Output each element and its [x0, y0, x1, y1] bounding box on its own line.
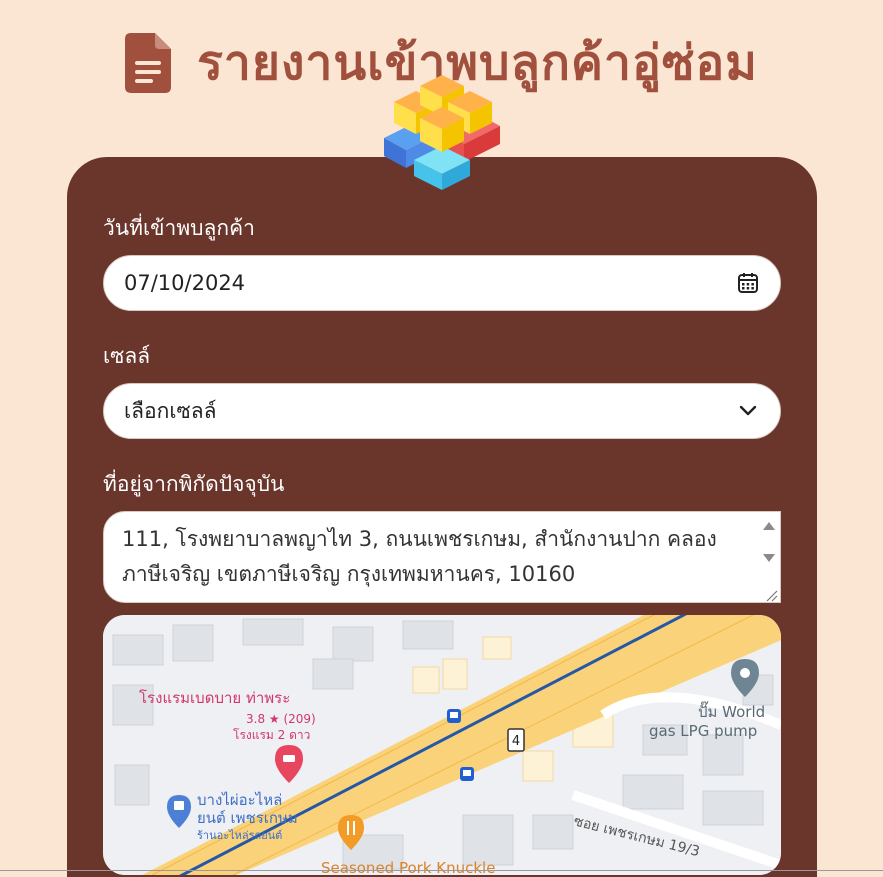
report-form-card: วันที่เข้าพบลูกค้า 07/10/2024 เซลล์ เลือ…	[67, 157, 817, 877]
shop-name-2: ยนต์ เพชรเกษม	[197, 809, 298, 827]
bus-stop-icon	[447, 709, 461, 723]
document-icon	[125, 33, 172, 93]
address-label: ที่อยู่จากพิกัดปัจจุบัน	[103, 472, 285, 496]
hotel-name: โรงแรมเบดบาย ท่าพระ	[139, 689, 290, 707]
hotel-type: โรงแรม 2 ดาว	[233, 728, 310, 742]
chevron-down-icon	[736, 399, 760, 423]
route-number: 4	[512, 734, 520, 749]
visit-date-value: 07/10/2024	[124, 271, 246, 295]
location-map[interactable]: 4 โรงแรมเบดบาย ท่าพระ 3.8 ★ (209) โรงแรม…	[103, 615, 781, 875]
restaurant-name: Seasoned Pork Knuckle	[321, 859, 495, 875]
sales-label: เซลล์	[103, 344, 151, 368]
visit-date-input[interactable]: 07/10/2024	[103, 255, 781, 311]
viewport-edge-divider	[0, 870, 883, 871]
sales-select[interactable]: เลือกเซลล์	[103, 383, 781, 439]
visit-date-label: วันที่เข้าพบลูกค้า	[103, 216, 255, 240]
resize-grip-icon[interactable]	[764, 588, 778, 602]
bus-stop-icon	[460, 767, 474, 781]
sales-select-value: เลือกเซลล์	[124, 398, 217, 423]
hotel-rating: 3.8 ★ (209)	[246, 712, 316, 726]
textarea-scrollbar[interactable]	[758, 512, 780, 602]
shop-type: ร้านอะไหล่รถยนต์	[197, 829, 282, 842]
gas-station-name-2: gas LPG pump	[649, 722, 757, 740]
calendar-icon[interactable]	[736, 271, 760, 295]
blocks-logo	[384, 75, 500, 190]
address-value: 111, โรงพยาบาลพญาไท 3, ถนนเพชรเกษม, สำนั…	[122, 527, 717, 586]
shop-name-1: บางไผ่อะไหล่	[197, 791, 282, 809]
gas-station-name-1: ปั๊ม World	[698, 701, 765, 721]
address-textarea[interactable]: 111, โรงพยาบาลพญาไท 3, ถนนเพชรเกษม, สำนั…	[103, 511, 781, 603]
scroll-down-arrow-icon[interactable]	[762, 552, 776, 564]
scroll-up-arrow-icon[interactable]	[762, 520, 776, 532]
